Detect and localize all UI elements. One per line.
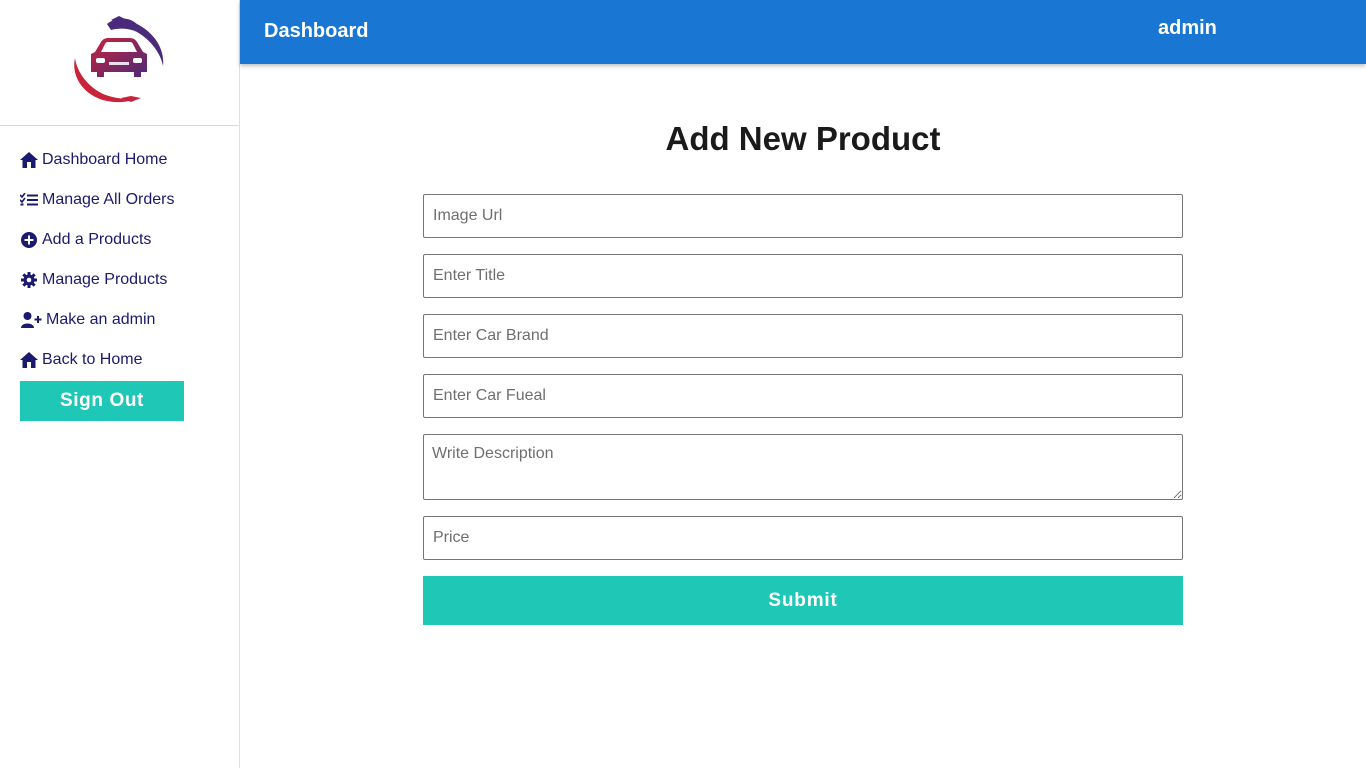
sidebar-item-manage-all-orders[interactable]: Manage All Orders bbox=[20, 180, 239, 220]
sidebar-item-label: Back to Home bbox=[42, 351, 143, 368]
submit-button[interactable]: Submit bbox=[423, 576, 1183, 625]
home-icon bbox=[20, 351, 38, 369]
sidebar-item-dashboard-home[interactable]: Dashboard Home bbox=[20, 140, 239, 180]
user-name: admin bbox=[1158, 17, 1217, 39]
sidebar: Dashboard Home Manage All Orders Add a P… bbox=[0, 0, 240, 768]
image-url-input[interactable] bbox=[423, 194, 1183, 238]
description-textarea[interactable] bbox=[423, 434, 1183, 500]
user-plus-icon bbox=[20, 311, 42, 329]
form-title: Add New Product bbox=[665, 120, 941, 157]
price-input[interactable] bbox=[423, 516, 1183, 560]
car-brand-input[interactable] bbox=[423, 314, 1183, 358]
logo-area bbox=[0, 0, 239, 126]
car-hands-logo[interactable] bbox=[67, 14, 171, 110]
plus-circle-icon bbox=[20, 231, 38, 249]
sidebar-item-label: Manage Products bbox=[42, 271, 168, 288]
sidebar-item-label: Manage All Orders bbox=[42, 191, 175, 208]
task-list-icon bbox=[20, 191, 38, 209]
sidebar-nav: Dashboard Home Manage All Orders Add a P… bbox=[0, 126, 239, 421]
gear-icon bbox=[20, 271, 38, 289]
sidebar-item-label: Make an admin bbox=[46, 311, 156, 328]
main-content: Add New Product Submit bbox=[240, 64, 1366, 768]
sidebar-item-make-admin[interactable]: Make an admin bbox=[20, 300, 239, 340]
page-title: Dashboard bbox=[264, 20, 369, 42]
sidebar-item-label: Dashboard Home bbox=[42, 151, 168, 168]
sidebar-item-add-products[interactable]: Add a Products bbox=[20, 220, 239, 260]
sidebar-item-back-home[interactable]: Back to Home bbox=[20, 340, 239, 380]
top-app-bar: Dashboard admin bbox=[240, 0, 1366, 64]
sign-out-button[interactable]: Sign Out bbox=[20, 381, 184, 421]
car-fuel-input[interactable] bbox=[423, 374, 1183, 418]
sidebar-item-manage-products[interactable]: Manage Products bbox=[20, 260, 239, 300]
home-icon bbox=[20, 151, 38, 169]
title-input[interactable] bbox=[423, 254, 1183, 298]
sidebar-item-label: Add a Products bbox=[42, 231, 152, 248]
